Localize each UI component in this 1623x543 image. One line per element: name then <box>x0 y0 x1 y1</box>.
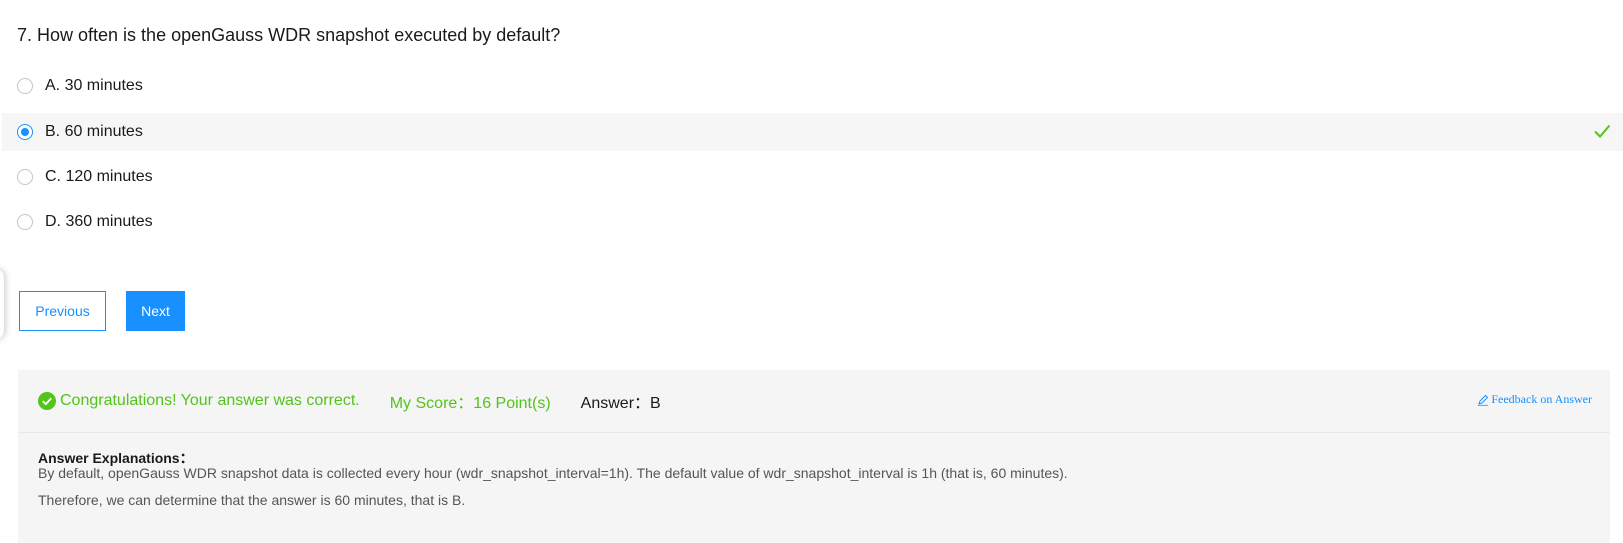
option-label: D. 360 minutes <box>45 213 153 230</box>
option-d[interactable]: D. 360 minutes <box>2 203 1623 241</box>
feedback-link[interactable]: Feedback on Answer <box>1477 392 1592 407</box>
option-label: A. 30 minutes <box>45 77 143 94</box>
explanation-line: Therefore, we can determine that the ans… <box>38 492 466 508</box>
option-c[interactable]: C. 120 minutes <box>2 158 1623 196</box>
score-text: My Score：16 Point(s) <box>389 395 551 412</box>
check-circle-icon <box>38 392 56 410</box>
result-message: Congratulations! Your answer was correct… <box>38 392 360 410</box>
result-header: Congratulations! Your answer was correct… <box>18 370 1610 433</box>
previous-button[interactable]: Previous <box>19 291 106 331</box>
answer-text: Answer：B <box>580 395 661 412</box>
option-a[interactable]: A. 30 minutes <box>2 67 1623 105</box>
side-tab-handle[interactable] <box>0 268 4 340</box>
radio-button[interactable] <box>17 78 33 94</box>
option-label: C. 120 minutes <box>45 168 153 185</box>
question-text: 7. How often is the openGauss WDR snapsh… <box>17 25 561 45</box>
next-button[interactable]: Next <box>126 291 185 331</box>
radio-button[interactable] <box>17 169 33 185</box>
option-b[interactable]: B. 60 minutes <box>2 113 1623 151</box>
checkmark-icon <box>1594 124 1611 138</box>
option-label: B. 60 minutes <box>45 123 143 140</box>
result-message-text: Congratulations! Your answer was correct… <box>60 392 360 409</box>
edit-icon <box>1478 394 1489 406</box>
radio-button-checked[interactable] <box>17 124 33 140</box>
radio-button[interactable] <box>17 214 33 230</box>
result-panel: Congratulations! Your answer was correct… <box>18 370 1610 543</box>
explanation-line: By default, openGauss WDR snapshot data … <box>38 465 1068 481</box>
feedback-label: Feedback on Answer <box>1491 392 1592 406</box>
